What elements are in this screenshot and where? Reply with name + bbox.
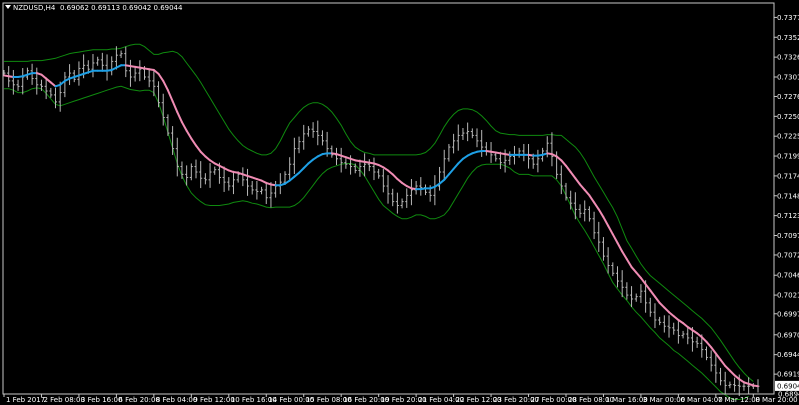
- time-tick-label: 6 Mar 04:00: [680, 396, 722, 404]
- time-tick-label: 7 Mar 12:00: [718, 396, 760, 404]
- time-tick-label: 2 Feb 08:00: [43, 396, 84, 404]
- symbol-indicator: NZDUSD,H4 0.69062 0.69113 0.69042 0.6904…: [5, 4, 183, 12]
- time-tick-label: 1 Mar 16:00: [605, 396, 647, 404]
- price-tick-label: 0.71740: [777, 172, 799, 180]
- price-chart[interactable]: 0.73775 0.73520 0.73265 0.73010 0.72760 0.725…: [0, 0, 799, 405]
- price-tick-label: 0.73520: [777, 34, 799, 42]
- price-tick-label: 0.72505: [777, 113, 799, 121]
- ma-segment: [752, 384, 759, 388]
- time-tick-label: 6 Feb 20:00: [118, 396, 159, 404]
- lowest-price-label: 0.68940: [778, 391, 799, 399]
- time-tick-label: 3 Feb 16:00: [81, 396, 122, 404]
- price-tick-label: 0.69195: [777, 371, 799, 379]
- price-tick-label: 0.70210: [777, 292, 799, 300]
- current-price-label: 0.69044: [777, 382, 799, 390]
- price-tick-label: 0.70465: [777, 272, 799, 280]
- current-price-box: 0.69044: [775, 380, 799, 391]
- price-tick-label: 0.73010: [777, 73, 799, 81]
- price-tick-label: 0.69445: [777, 351, 799, 359]
- price-tick-label: 0.71230: [777, 212, 799, 220]
- chart-background: [0, 0, 799, 405]
- price-tick-label: 0.70725: [777, 251, 799, 259]
- price-tick-label: 0.71485: [777, 192, 799, 200]
- time-tick-label: 9 Feb 12:00: [193, 396, 234, 404]
- price-tick-label: 0.73775: [777, 14, 799, 22]
- price-tick-label: 0.72760: [777, 93, 799, 101]
- time-tick-label: 3 Mar 00:00: [643, 396, 685, 404]
- ohlc-readout: 0.69062 0.69113 0.69042 0.69044: [60, 4, 183, 12]
- price-tick-label: 0.70975: [777, 232, 799, 240]
- time-tick-label: 1 Feb 2017: [6, 396, 45, 404]
- time-axis: 1 Feb 20172 Feb 08:003 Feb 16:006 Feb 20…: [3, 394, 798, 404]
- time-tick-label: 8 Feb 04:00: [156, 396, 197, 404]
- price-tick-label: 0.69970: [777, 310, 799, 318]
- price-tick-label: 0.73265: [777, 54, 799, 62]
- price-tick-label: 0.69700: [777, 331, 799, 339]
- price-tick-label: 0.72250: [777, 133, 799, 141]
- symbol-label: NZDUSD,H4: [13, 4, 56, 12]
- price-tick-label: 0.71995: [777, 153, 799, 161]
